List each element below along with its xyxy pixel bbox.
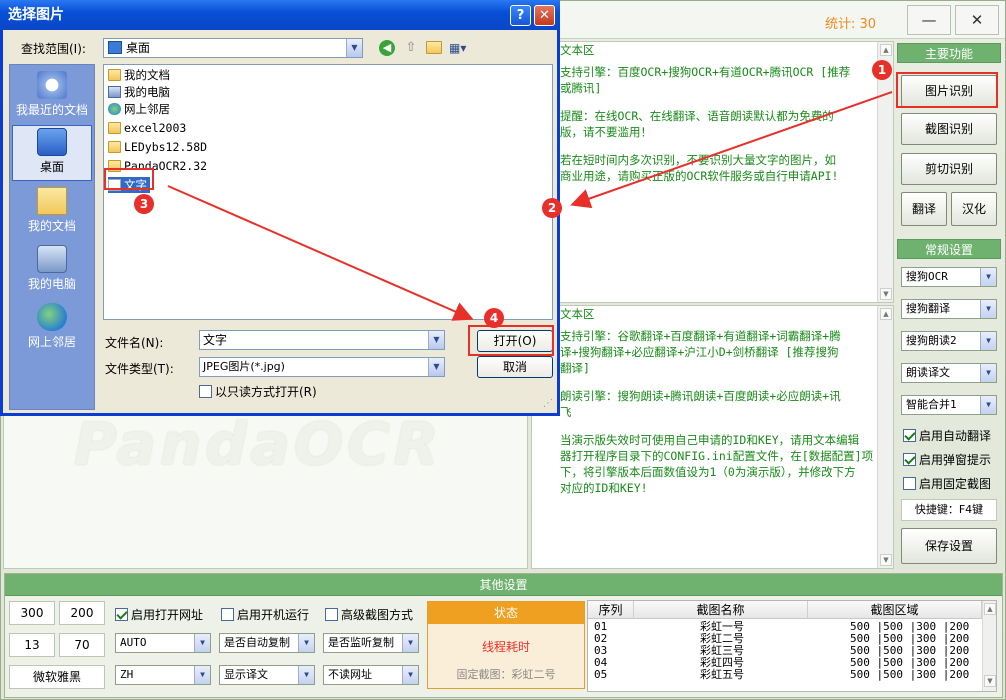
annotation-badge-3: 3 — [134, 194, 154, 214]
annotation-badge-2: 2 — [542, 198, 562, 218]
annotation-badge-4: 4 — [484, 308, 504, 328]
annotation-arrows — [167, 91, 893, 321]
arrow-1-to-2 — [570, 91, 893, 209]
annotation-badge-1: 1 — [872, 60, 892, 80]
arrow-3-to-4 — [167, 185, 474, 321]
